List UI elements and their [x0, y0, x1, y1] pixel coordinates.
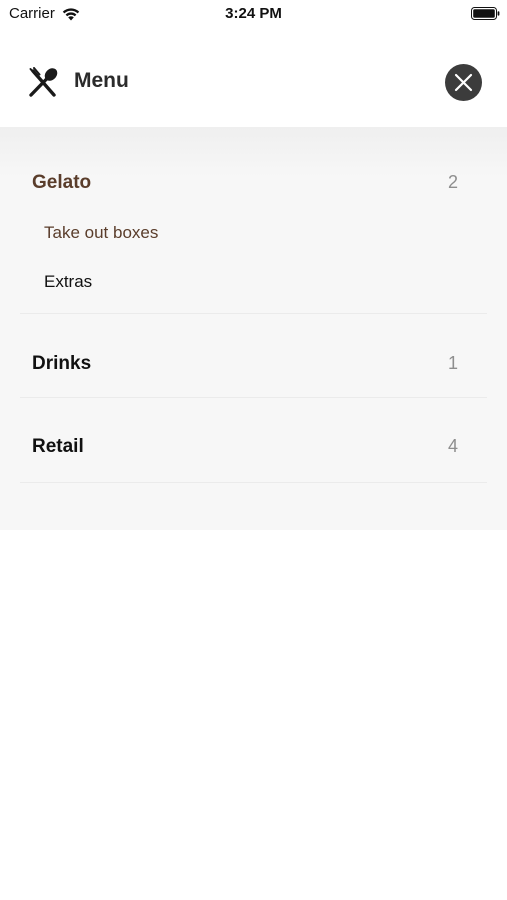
close-button[interactable]: [445, 64, 482, 101]
category-retail-count: 4: [447, 436, 458, 456]
category-retail[interactable]: Retail: [32, 436, 84, 458]
menu-panel: Gelato 2 Take out boxes Extras Drinks 1 …: [0, 127, 507, 530]
cutlery-icon: [29, 67, 58, 97]
divider: [20, 482, 487, 483]
category-gelato[interactable]: Gelato: [32, 172, 91, 194]
divider: [20, 397, 487, 398]
battery-icon: [471, 7, 500, 20]
category-drinks-count: 1: [447, 353, 458, 373]
close-icon: [454, 73, 473, 92]
subitem-take-out-boxes[interactable]: Take out boxes: [44, 223, 158, 243]
category-drinks[interactable]: Drinks: [32, 353, 91, 375]
status-time: 3:24 PM: [225, 5, 282, 22]
menu-header: Menu: [0, 37, 507, 127]
subitem-extras[interactable]: Extras: [44, 272, 92, 292]
menu-title: Menu: [74, 69, 129, 92]
status-bar: Carrier 3:24 PM: [0, 0, 507, 28]
category-gelato-count: 2: [447, 172, 458, 192]
divider: [20, 313, 487, 314]
